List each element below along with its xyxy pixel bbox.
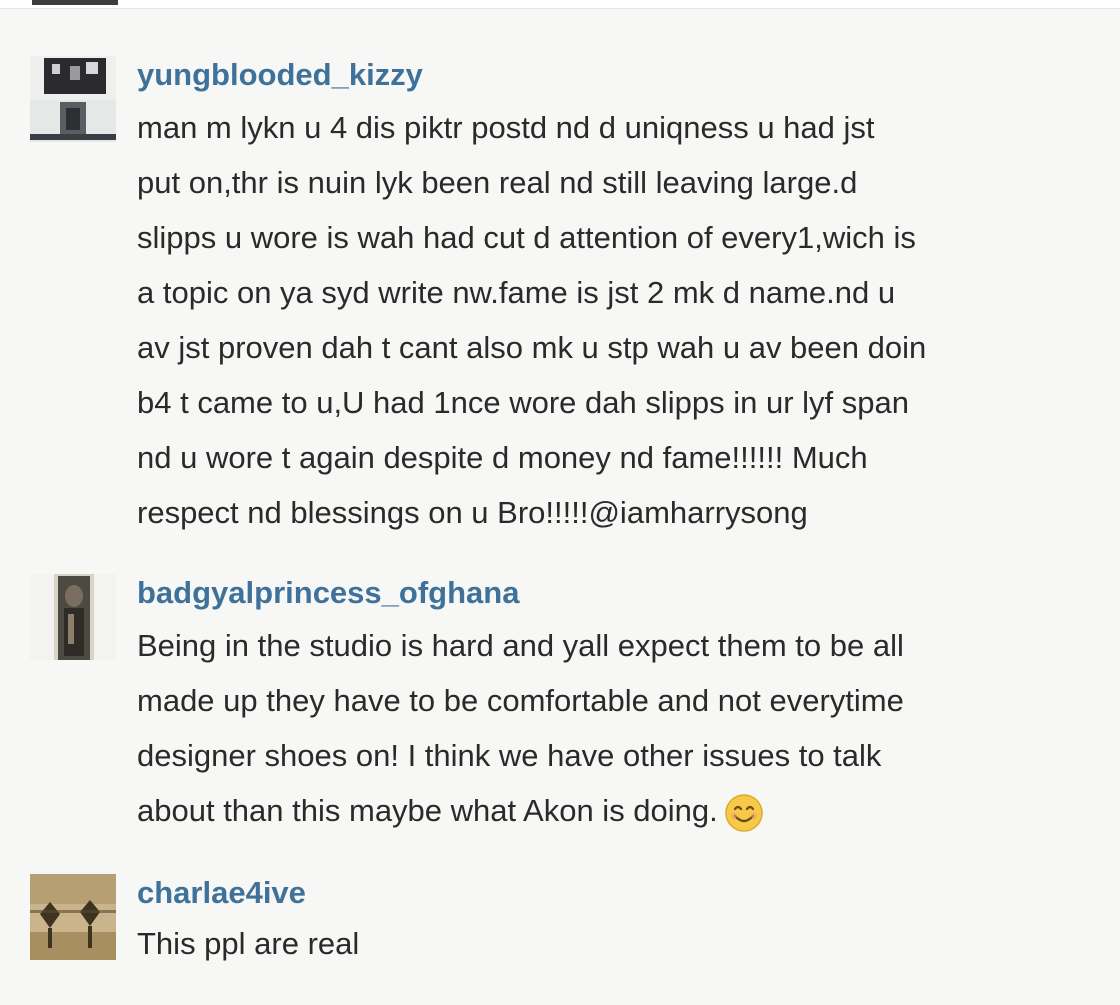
comment-line: designer shoes on! I think we have other… (137, 738, 882, 773)
comment-text: This ppl are real (137, 916, 1112, 971)
comment-line: av jst proven dah t cant also mk u stp w… (137, 330, 927, 365)
comment-text: Being in the studio is hard and yall exp… (137, 618, 1112, 838)
comment-line: Being in the studio is hard and yall exp… (137, 628, 904, 663)
avatar[interactable] (30, 874, 116, 960)
user-avatar-photo-icon (30, 874, 116, 960)
previous-comment-cutoff (0, 0, 1120, 9)
comment-line: about than this maybe what Akon is doing… (137, 783, 1112, 838)
comment-line: put on,thr is nuin lyk been real nd stil… (137, 165, 858, 200)
comment-username[interactable]: badgyalprincess_ofghana (137, 574, 519, 612)
cutoff-avatar-edge (32, 0, 118, 5)
avatar[interactable] (30, 574, 116, 660)
comment-line: nd u wore t again despite d money nd fam… (137, 440, 868, 475)
comment-line: slipps u wore is wah had cut d attention… (137, 220, 916, 255)
comment-line: b4 t came to u,U had 1nce wore dah slipp… (137, 385, 909, 420)
comment-username[interactable]: charlae4ive (137, 874, 306, 912)
comment-line: man m lykn u 4 dis piktr postd nd d uniq… (137, 110, 875, 145)
comment-text: man m lykn u 4 dis piktr postd nd d uniq… (137, 100, 1112, 540)
comment-username[interactable]: yungblooded_kizzy (137, 56, 423, 94)
comment-line: respect nd blessings on u Bro!!!!!@iamha… (137, 495, 808, 530)
comment-line: a topic on ya syd write nw.fame is jst 2… (137, 275, 896, 310)
comment-line-text: about than this maybe what Akon is doing… (137, 793, 718, 828)
smiling-face-emoji-icon (724, 793, 764, 833)
comment-line: made up they have to be comfortable and … (137, 683, 904, 718)
user-avatar-photo-icon (30, 56, 116, 142)
user-avatar-photo-icon (30, 574, 116, 660)
comment-line: This ppl are real (137, 926, 360, 961)
avatar[interactable] (30, 56, 116, 142)
